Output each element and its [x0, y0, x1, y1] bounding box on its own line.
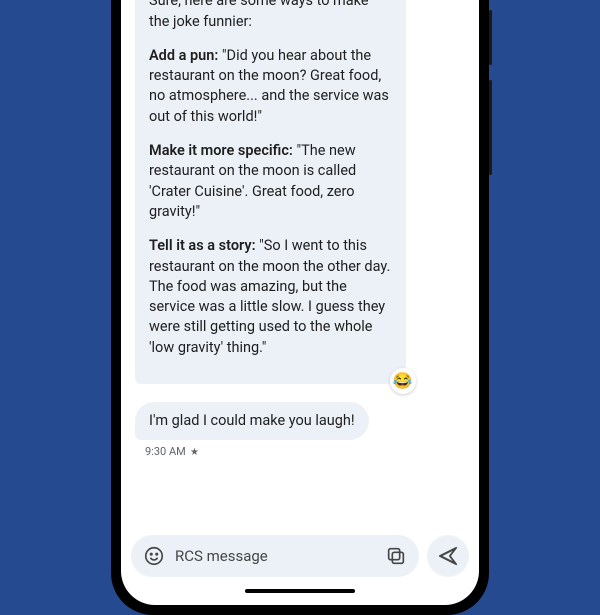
power-button: [489, 80, 492, 175]
gallery-icon[interactable]: [385, 545, 407, 567]
timestamp-text: 9:30 AM: [145, 445, 186, 458]
reaction-laugh-emoji[interactable]: 😂: [390, 368, 416, 394]
emoji-icon[interactable]: [143, 545, 165, 567]
message-input[interactable]: RCS message: [131, 535, 419, 577]
ai-suggestion-1: Add a pun: "Did you hear about the resta…: [149, 46, 392, 127]
chat-area[interactable]: Can you help me make this joke funnier? …: [121, 0, 479, 527]
ai-suggestion-3: Tell it as a story: "So I went to this r…: [149, 236, 392, 358]
rcs-icon: [190, 447, 199, 456]
timestamp: 9:30 AM: [145, 445, 199, 458]
screen: Can you help me make this joke funnier? …: [121, 0, 479, 605]
volume-button: [489, 10, 492, 65]
phone-frame: Can you help me make this joke funnier? …: [111, 0, 489, 615]
nav-bar: [121, 585, 479, 605]
ai-message[interactable]: Sure, here are some ways to make the jok…: [135, 0, 406, 384]
input-placeholder: RCS message: [175, 547, 375, 565]
home-indicator[interactable]: [245, 589, 355, 593]
ai-intro: Sure, here are some ways to make the jok…: [149, 0, 392, 32]
input-row: RCS message: [121, 527, 479, 585]
send-button[interactable]: [427, 535, 469, 577]
ai-message-followup[interactable]: I'm glad I could make you laugh!: [135, 402, 369, 440]
ai-suggestion-2: Make it more specific: "The new restaura…: [149, 141, 392, 222]
